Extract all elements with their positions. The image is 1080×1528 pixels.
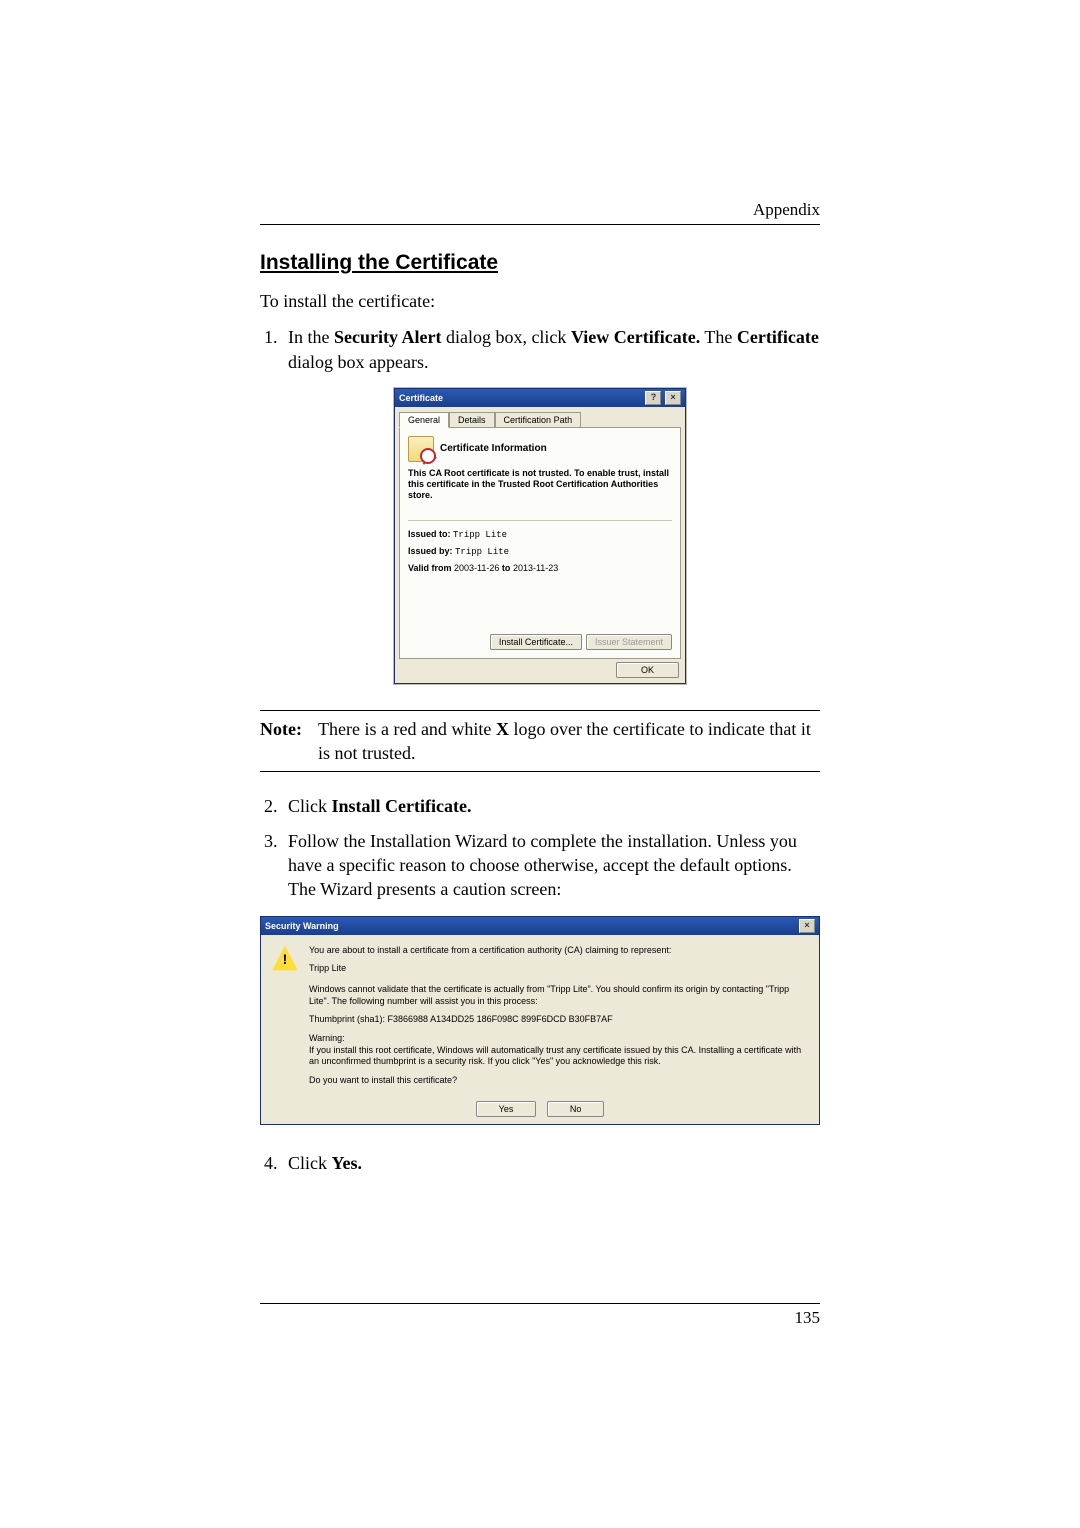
tab-strip: General Details Certification Path bbox=[399, 411, 681, 427]
document-page: Appendix Installing the Certificate To i… bbox=[0, 0, 1080, 1528]
step-2: Click Install Certificate. bbox=[282, 794, 820, 818]
tab-general[interactable]: General bbox=[399, 412, 449, 428]
certificate-icon bbox=[408, 436, 434, 462]
ok-button[interactable]: OK bbox=[616, 662, 679, 678]
tab-cert-path[interactable]: Certification Path bbox=[495, 412, 582, 428]
note-text: There is a red and white X logo over the… bbox=[318, 717, 820, 766]
yes-button[interactable]: Yes bbox=[476, 1101, 537, 1117]
titlebar-buttons: ? × bbox=[644, 391, 681, 405]
valid-range: Valid from 2003-11-26 to 2013-11-23 bbox=[408, 563, 672, 573]
titlebar-buttons: × bbox=[798, 919, 815, 933]
step-3: Follow the Installation Wizard to comple… bbox=[282, 829, 820, 902]
issuer-statement-button: Issuer Statement bbox=[586, 634, 672, 650]
security-warning-dialog: Security Warning × You are about to inst… bbox=[260, 916, 820, 1125]
certificate-dialog: Certificate ? × General Details Certific… bbox=[394, 388, 686, 684]
dialog-title: Security Warning bbox=[265, 921, 339, 931]
no-button[interactable]: No bbox=[547, 1101, 605, 1117]
steps-list: In the Security Alert dialog box, click … bbox=[260, 325, 820, 374]
intro-text: To install the certificate: bbox=[260, 289, 820, 313]
issued-to: Issued to: Tripp Lite bbox=[408, 529, 672, 540]
tab-details[interactable]: Details bbox=[449, 412, 495, 428]
issued-by: Issued by: Tripp Lite bbox=[408, 546, 672, 557]
steps-list-3: Click Yes. bbox=[260, 1151, 820, 1175]
security-warning-figure: Security Warning × You are about to inst… bbox=[260, 916, 820, 1125]
tab-panel-general: Certificate Information This CA Root cer… bbox=[399, 427, 681, 659]
page-number: 135 bbox=[260, 1303, 820, 1328]
certificate-dialog-figure: Certificate ? × General Details Certific… bbox=[260, 388, 820, 684]
warning-text: You are about to install a certificate f… bbox=[309, 945, 809, 1094]
close-button[interactable]: × bbox=[665, 391, 681, 405]
section-heading: Installing the Certificate bbox=[260, 251, 820, 275]
note-label: Note: bbox=[260, 717, 318, 766]
steps-list-2: Click Install Certificate. Follow the In… bbox=[260, 794, 820, 901]
running-header: Appendix bbox=[260, 200, 820, 225]
warning-icon bbox=[271, 945, 299, 973]
help-button[interactable]: ? bbox=[645, 391, 661, 405]
close-button[interactable]: × bbox=[799, 919, 815, 933]
note-callout: Note: There is a red and white X logo ov… bbox=[260, 710, 820, 773]
step-1: In the Security Alert dialog box, click … bbox=[282, 325, 820, 374]
install-certificate-button[interactable]: Install Certificate... bbox=[490, 634, 582, 650]
dialog-titlebar: Certificate ? × bbox=[395, 389, 685, 407]
cert-trust-warning: This CA Root certificate is not trusted.… bbox=[408, 468, 672, 502]
step-4: Click Yes. bbox=[282, 1151, 820, 1175]
dialog-titlebar: Security Warning × bbox=[261, 917, 819, 935]
cert-info-heading: Certificate Information bbox=[440, 443, 547, 454]
dialog-title: Certificate bbox=[399, 393, 443, 403]
